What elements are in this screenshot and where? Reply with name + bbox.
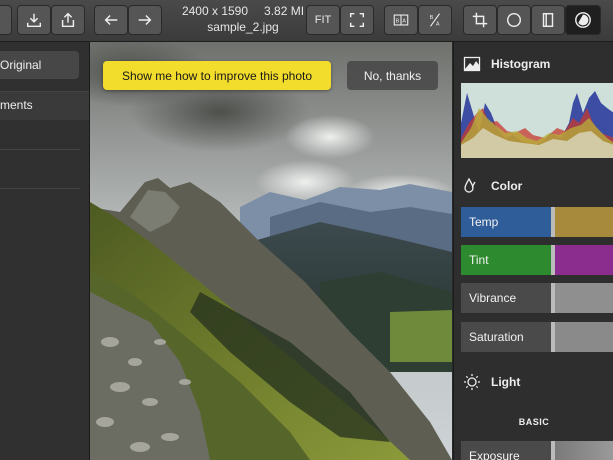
slider-label: Tint: [469, 253, 489, 267]
improve-photo-button[interactable]: Show me how to improve this photo: [103, 61, 331, 90]
dial-icon: [575, 12, 591, 28]
histogram-icon: [463, 56, 481, 72]
landscape-photo: [90, 42, 452, 460]
slider-saturation[interactable]: Saturation: [461, 322, 613, 352]
circle-icon: [506, 12, 522, 28]
fit-button[interactable]: FIT: [306, 5, 340, 35]
download-icon: [26, 13, 42, 28]
histogram-title: Histogram: [491, 57, 551, 71]
svg-text:A: A: [436, 21, 440, 27]
crop-button[interactable]: [463, 5, 497, 35]
partial-button[interactable]: [0, 5, 12, 35]
no-thanks-label: No, thanks: [363, 68, 422, 83]
adjust-button[interactable]: [565, 5, 601, 35]
file-size: 3.82 MI: [264, 4, 305, 18]
light-header[interactable]: Light: [462, 372, 520, 392]
svg-text:B: B: [430, 15, 434, 21]
divider: [0, 188, 80, 189]
histogram-header[interactable]: Histogram: [462, 54, 550, 74]
light-title: Light: [491, 375, 521, 389]
improve-photo-label: Show me how to improve this photo: [121, 68, 313, 83]
divider: [0, 149, 80, 150]
slider-vibrance[interactable]: Vibrance: [461, 283, 613, 313]
slider-label: Temp: [469, 215, 499, 229]
histogram-graph: [461, 83, 613, 158]
exposure-slider-handle[interactable]: [551, 441, 555, 460]
left-panel: Original ments: [0, 42, 90, 460]
original-label: Original: [0, 58, 42, 72]
undo-button[interactable]: [94, 5, 128, 35]
fullscreen-button[interactable]: [340, 5, 374, 35]
color-title: Color: [491, 179, 523, 193]
slider-label: Vibrance: [469, 291, 517, 305]
frame-button[interactable]: [531, 5, 565, 35]
exposure-label: Exposure: [469, 449, 520, 460]
redo-button[interactable]: [128, 5, 162, 35]
fullscreen-icon: [349, 12, 365, 28]
original-button[interactable]: Original: [0, 51, 79, 79]
adjustments-item[interactable]: ments: [0, 91, 89, 120]
slider-temp[interactable]: Temp: [461, 207, 613, 237]
file-name: sample_2.jpg: [207, 20, 279, 34]
svg-text:A: A: [402, 19, 406, 25]
split-ratio-icon: BA: [430, 13, 440, 27]
slider-handle[interactable]: [551, 322, 555, 352]
slider-handle[interactable]: [551, 283, 555, 313]
color-header[interactable]: Color: [462, 176, 522, 196]
exposure-slider[interactable]: Exposure: [461, 441, 613, 460]
frame-icon: [542, 12, 554, 28]
before-after-button[interactable]: BA: [384, 5, 418, 35]
crop-icon: [472, 12, 488, 28]
before-after-icon: BA: [393, 14, 409, 26]
svg-text:B: B: [396, 19, 400, 25]
drops-icon: [464, 177, 476, 193]
right-panel: Histogram Color Temp Tint Vibrance Saturati…: [453, 42, 613, 460]
file-info: 2400 x 1590 3.82 MI sample_2.jpg: [168, 3, 318, 35]
slider-handle[interactable]: [551, 245, 555, 275]
image-dimensions: 2400 x 1590: [181, 4, 249, 18]
adjustments-label: ments: [0, 98, 33, 112]
basic-tab[interactable]: BASIC: [454, 417, 613, 427]
vignette-button[interactable]: [497, 5, 531, 35]
slider-handle[interactable]: [551, 207, 555, 237]
download-button[interactable]: [17, 5, 51, 35]
share-button[interactable]: [51, 5, 85, 35]
share-icon: [61, 12, 75, 28]
redo-arrow-icon: [138, 14, 152, 26]
top-toolbar: 2400 x 1590 3.82 MI sample_2.jpg FIT BA …: [0, 0, 613, 42]
sun-icon: [464, 374, 480, 390]
fit-label: FIT: [314, 14, 332, 26]
undo-arrow-icon: [104, 14, 118, 26]
no-thanks-button[interactable]: No, thanks: [347, 61, 438, 90]
slider-tint[interactable]: Tint: [461, 245, 613, 275]
split-view-button[interactable]: BA: [418, 5, 452, 35]
image-canvas[interactable]: Show me how to improve this photo No, th…: [90, 42, 452, 460]
slider-label: Saturation: [469, 330, 524, 344]
